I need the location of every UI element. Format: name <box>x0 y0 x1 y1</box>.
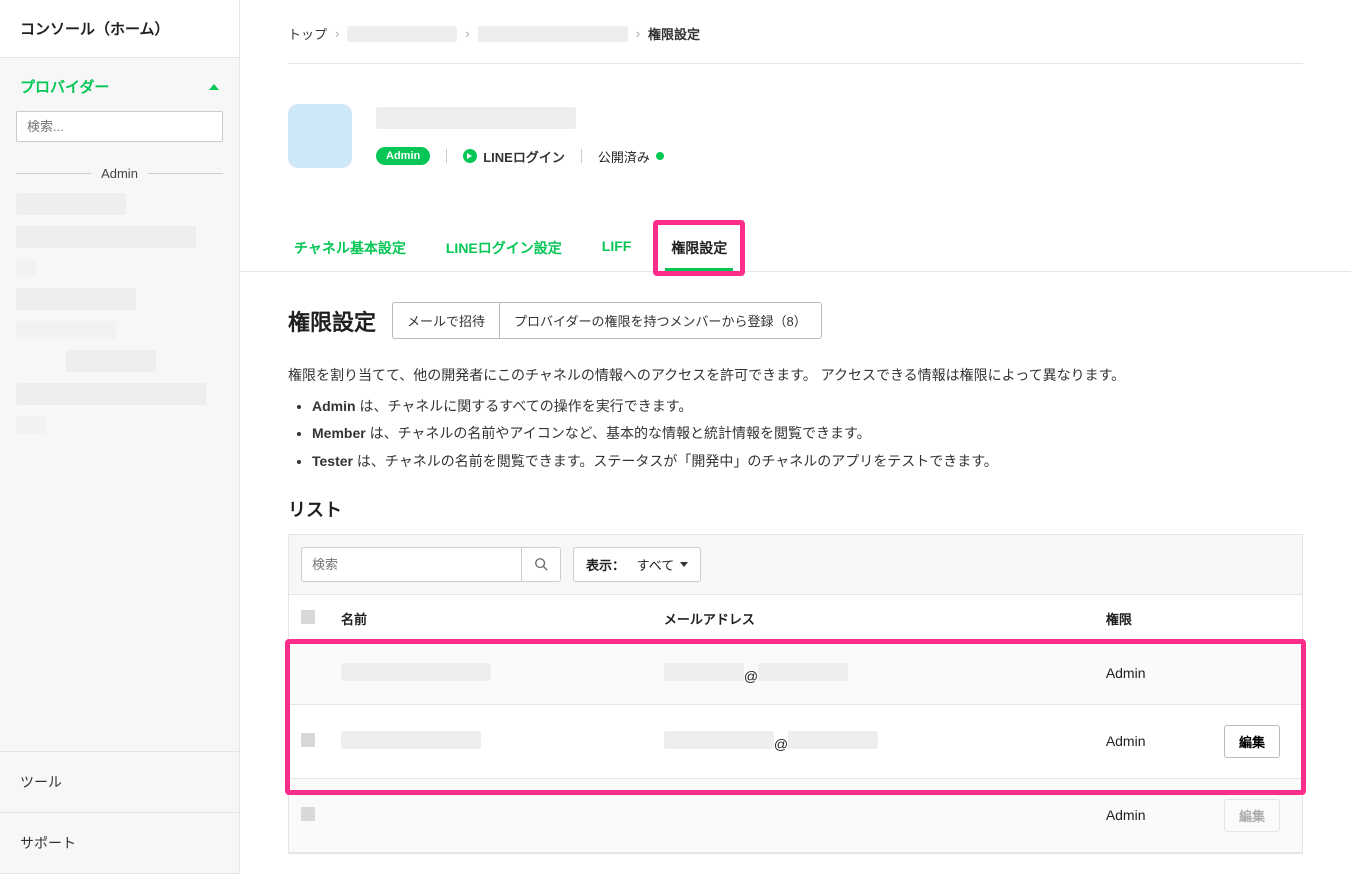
table-row: @ Admin 編集 <box>289 704 1302 778</box>
list-item[interactable] <box>16 379 223 412</box>
provider-search-input[interactable] <box>16 111 223 142</box>
breadcrumb-channel[interactable] <box>478 26 628 42</box>
list-toolbar: 表示： すべて <box>288 534 1303 594</box>
search-icon <box>534 557 548 571</box>
provider-list <box>0 189 239 751</box>
main-content: トップ › › › 権限設定 Admin LINEログイン <box>240 0 1351 874</box>
member-role: Admin <box>1094 778 1212 852</box>
members-list-section: リスト 表示： すべて 名前 <box>240 476 1351 854</box>
member-name <box>341 731 481 749</box>
list-item[interactable] <box>16 189 223 222</box>
divider <box>446 149 447 163</box>
chevron-down-icon <box>680 562 688 567</box>
members-table: 名前 メールアドレス 権限 @ Admin <box>288 594 1303 854</box>
row-checkbox[interactable] <box>301 733 315 747</box>
list-item[interactable] <box>16 346 223 379</box>
divider <box>581 149 582 163</box>
channel-type: LINEログイン <box>463 147 565 166</box>
column-email: メールアドレス <box>652 595 1094 643</box>
table-row: Admin 編集 <box>289 778 1302 852</box>
chevron-right-icon: › <box>636 26 640 41</box>
channel-title <box>376 107 664 135</box>
member-search-input[interactable] <box>301 547 521 582</box>
support-link[interactable]: サポート <box>0 813 239 874</box>
chevron-right-icon: › <box>335 26 339 41</box>
table-row: @ Admin <box>289 642 1302 704</box>
member-role: Admin <box>1094 704 1212 778</box>
chevron-right-icon: › <box>465 26 469 41</box>
list-item[interactable] <box>16 255 223 284</box>
arrow-right-icon <box>463 149 477 163</box>
breadcrumb-top[interactable]: トップ <box>288 24 327 43</box>
roles-title: 権限設定 <box>288 305 376 337</box>
channel-tabs: チャネル基本設定 LINEログイン設定 LIFF 権限設定 <box>240 228 1351 272</box>
member-search-button[interactable] <box>521 547 561 582</box>
breadcrumb: トップ › › › 権限設定 <box>240 0 1351 63</box>
tab-basic-settings[interactable]: チャネル基本設定 <box>288 228 412 271</box>
channel-icon <box>288 104 352 168</box>
invite-by-email-button[interactable]: メールで招待 <box>392 302 499 339</box>
sidebar-search <box>16 111 223 142</box>
provider-label: プロバイダー <box>20 76 109 97</box>
status-dot-icon <box>656 152 664 160</box>
column-name: 名前 <box>329 595 652 643</box>
list-item[interactable] <box>16 284 223 317</box>
tab-liff[interactable]: LIFF <box>596 228 638 271</box>
breadcrumb-provider[interactable] <box>347 26 457 42</box>
console-home-link[interactable]: コンソール（ホーム） <box>0 0 239 58</box>
tools-link[interactable]: ツール <box>0 752 239 813</box>
edit-button[interactable]: 編集 <box>1224 725 1280 758</box>
column-role: 権限 <box>1094 595 1212 643</box>
provider-accordion-toggle[interactable]: プロバイダー <box>0 58 239 111</box>
list-item[interactable] <box>16 222 223 255</box>
register-from-provider-button[interactable]: プロバイダーの権限を持つメンバーから登録（8） <box>499 302 822 339</box>
list-item[interactable] <box>16 412 223 441</box>
list-item[interactable] <box>16 317 223 346</box>
roles-section: 権限設定 メールで招待 プロバイダーの権限を持つメンバーから登録（8） 権限を割… <box>240 272 1351 474</box>
list-heading: リスト <box>288 496 1303 522</box>
row-checkbox[interactable] <box>301 807 315 821</box>
member-role: Admin <box>1094 642 1212 704</box>
sidebar: コンソール（ホーム） プロバイダー Admin ツール サポート <box>0 0 240 874</box>
admin-group-divider: Admin <box>16 166 223 181</box>
role-badge: Admin <box>376 147 430 165</box>
edit-button[interactable]: 編集 <box>1224 799 1280 832</box>
select-all-checkbox[interactable] <box>301 610 315 624</box>
invite-button-group: メールで招待 プロバイダーの権限を持つメンバーから登録（8） <box>392 302 822 339</box>
publish-status: 公開済み <box>598 147 664 166</box>
tab-login-settings[interactable]: LINEログイン設定 <box>440 228 568 271</box>
breadcrumb-current: 権限設定 <box>648 24 700 43</box>
member-name <box>341 663 491 681</box>
chevron-up-icon <box>209 84 219 90</box>
sidebar-bottom-nav: ツール サポート <box>0 751 239 874</box>
roles-description: 権限を割り当てて、他の開発者にこのチャネルの情報へのアクセスを許可できます。 ア… <box>288 363 1303 474</box>
display-filter-dropdown[interactable]: 表示： すべて <box>573 547 701 582</box>
channel-header: Admin LINEログイン 公開済み <box>240 64 1351 198</box>
tab-roles[interactable]: 権限設定 <box>665 228 733 271</box>
